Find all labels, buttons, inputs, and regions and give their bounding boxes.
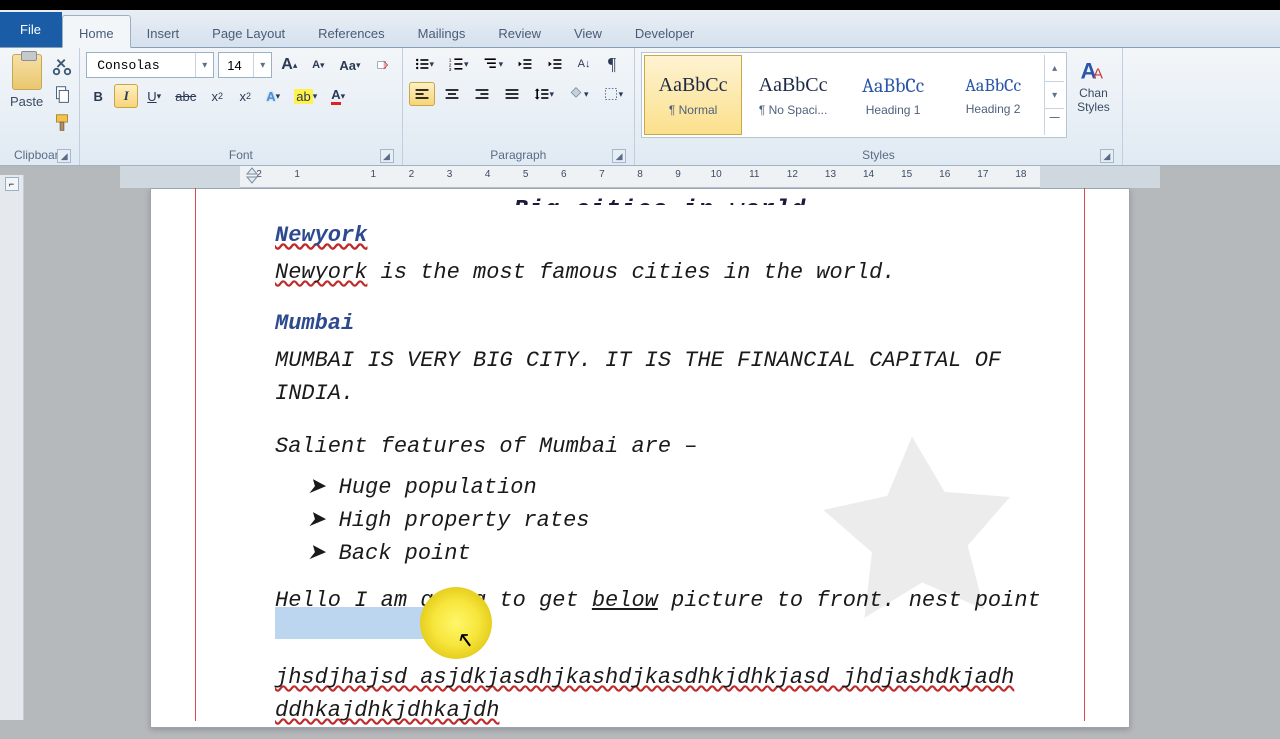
svg-text:3: 3 [449, 67, 452, 72]
justify-button[interactable] [499, 82, 525, 106]
numbering-button[interactable]: 123▾ [443, 52, 474, 76]
change-styles-icon: AA [1078, 56, 1108, 86]
shrink-font-button[interactable]: A▾ [306, 53, 330, 77]
salient-intro: Salient features of Mumbai are – [275, 430, 1045, 463]
group-clipboard: Paste Clipboard◢ [0, 48, 80, 165]
font-size-combo[interactable]: 14 ▾ [218, 52, 272, 78]
paragraph-launcher-icon[interactable]: ◢ [612, 149, 626, 163]
font-name-combo[interactable]: Consolas ▾ [86, 52, 214, 78]
font-name-value: Consolas [87, 58, 195, 73]
document-content[interactable]: Big cities in world Newyork Newyork is t… [195, 189, 1085, 739]
align-left-button[interactable] [409, 82, 435, 106]
bold-button[interactable]: B [86, 84, 110, 108]
tab-view[interactable]: View [558, 16, 619, 47]
change-case-button[interactable]: Aa▾ [334, 53, 365, 77]
subscript-button[interactable]: x2 [205, 84, 229, 108]
align-right-button[interactable] [469, 82, 495, 106]
underline-button[interactable]: U▾ [142, 84, 166, 108]
tab-review[interactable]: Review [482, 16, 558, 47]
font-size-value: 14 [219, 58, 253, 73]
align-center-button[interactable] [439, 82, 465, 106]
font-launcher-icon[interactable]: ◢ [380, 149, 394, 163]
styles-gallery[interactable]: AaBbCc ¶ Normal AaBbCc ¶ No Spaci... AaB… [641, 52, 1067, 138]
list-item: Back point [307, 537, 1045, 570]
gallery-up-icon[interactable]: ▴ [1045, 55, 1064, 82]
style-no-spacing[interactable]: AaBbCc ¶ No Spaci... [744, 55, 842, 135]
heading-newyork: Newyork [275, 223, 367, 248]
tab-home[interactable]: Home [62, 15, 131, 48]
show-hide-button[interactable]: ¶ [600, 52, 624, 76]
document-page[interactable]: Big cities in world Newyork Newyork is t… [150, 188, 1130, 728]
feature-list: Huge population High property rates Back… [307, 471, 1045, 570]
sort-button[interactable]: A↓ [572, 52, 596, 76]
heading-mumbai: Mumbai [275, 307, 1045, 340]
paste-label: Paste [10, 94, 43, 109]
indent-marker-icon[interactable] [245, 166, 259, 186]
ribbon-tabs: File Home Insert Page Layout References … [0, 10, 1280, 48]
line-spacing-button[interactable]: ▾ [529, 82, 560, 106]
tab-page-layout[interactable]: Page Layout [196, 16, 302, 47]
list-item: Huge population [307, 471, 1045, 504]
increase-indent-button[interactable] [542, 52, 568, 76]
doc-title: Big cities in world [275, 193, 1045, 205]
gibberish-text: jhsdjhajsd asjdkjasdhjkashdjkasdhkjdhkja… [275, 665, 1014, 723]
bullets-button[interactable]: ▾ [409, 52, 440, 76]
horizontal-ruler[interactable]: 21123456789101112131415161718 [120, 166, 1160, 188]
list-item: High property rates [307, 504, 1045, 537]
font-group-label: Font [229, 148, 253, 162]
group-styles: AaBbCc ¶ Normal AaBbCc ¶ No Spaci... AaB… [635, 48, 1123, 165]
shading-button[interactable]: ▾ [563, 82, 594, 106]
borders-button[interactable]: ▾ [598, 82, 629, 106]
ribbon: Paste Clipboard◢ Consolas ▾ [0, 48, 1280, 166]
decrease-indent-button[interactable] [512, 52, 538, 76]
tab-insert[interactable]: Insert [131, 16, 197, 47]
change-styles-label: Chan Styles [1077, 86, 1110, 114]
cursor-arrow-icon: ↖ [455, 625, 473, 658]
paragraph-label: Paragraph [490, 148, 546, 162]
change-styles-button[interactable]: AA Chan Styles [1071, 52, 1116, 118]
group-font: Consolas ▾ 14 ▾ A▴ A▾ Aa▾ B I U▾ abc [80, 48, 402, 165]
mumbai-paragraph: MUMBAI IS VERY BIG CITY. IT IS THE FINAN… [275, 344, 1015, 410]
gallery-down-icon[interactable]: ▾ [1045, 82, 1064, 109]
tab-file[interactable]: File [0, 12, 62, 47]
multilevel-list-button[interactable]: ▾ [478, 52, 509, 76]
text-selection [275, 607, 425, 639]
svg-text:A: A [1093, 66, 1103, 83]
italic-button[interactable]: I [114, 84, 138, 108]
grow-font-button[interactable]: A▴ [276, 53, 302, 77]
gallery-more-icon[interactable]: ⎺ [1045, 109, 1064, 135]
paste-button[interactable]: Paste [6, 52, 47, 111]
clipboard-launcher-icon[interactable]: ◢ [57, 149, 71, 163]
format-painter-button[interactable] [51, 112, 73, 134]
style-heading2[interactable]: AaBbCc Heading 2 [944, 55, 1042, 135]
paste-icon [12, 54, 42, 90]
clear-formatting-button[interactable] [370, 53, 396, 77]
cut-button[interactable] [51, 56, 73, 78]
tab-mailings[interactable]: Mailings [402, 16, 483, 47]
text-effects-button[interactable]: A▾ [261, 84, 285, 108]
styles-launcher-icon[interactable]: ◢ [1100, 149, 1114, 163]
group-paragraph: ▾ 123▾ ▾ A↓ ¶ ▾ ▾ ▾ Paragraph ◢ [403, 48, 636, 165]
superscript-button[interactable]: x2 [233, 84, 257, 108]
strikethrough-button[interactable]: abc [170, 84, 201, 108]
copy-button[interactable] [51, 84, 73, 106]
chevron-down-icon[interactable]: ▾ [195, 53, 213, 77]
tab-references[interactable]: References [302, 16, 401, 47]
styles-label: Styles [862, 148, 895, 162]
font-color-button[interactable]: A▾ [326, 84, 350, 108]
style-normal[interactable]: AaBbCc ¶ Normal [644, 55, 742, 135]
chevron-down-icon[interactable]: ▾ [253, 53, 271, 77]
tab-developer[interactable]: Developer [619, 16, 711, 47]
style-heading1[interactable]: AaBbCc Heading 1 [844, 55, 942, 135]
highlight-button[interactable]: ab▾ [289, 84, 322, 108]
